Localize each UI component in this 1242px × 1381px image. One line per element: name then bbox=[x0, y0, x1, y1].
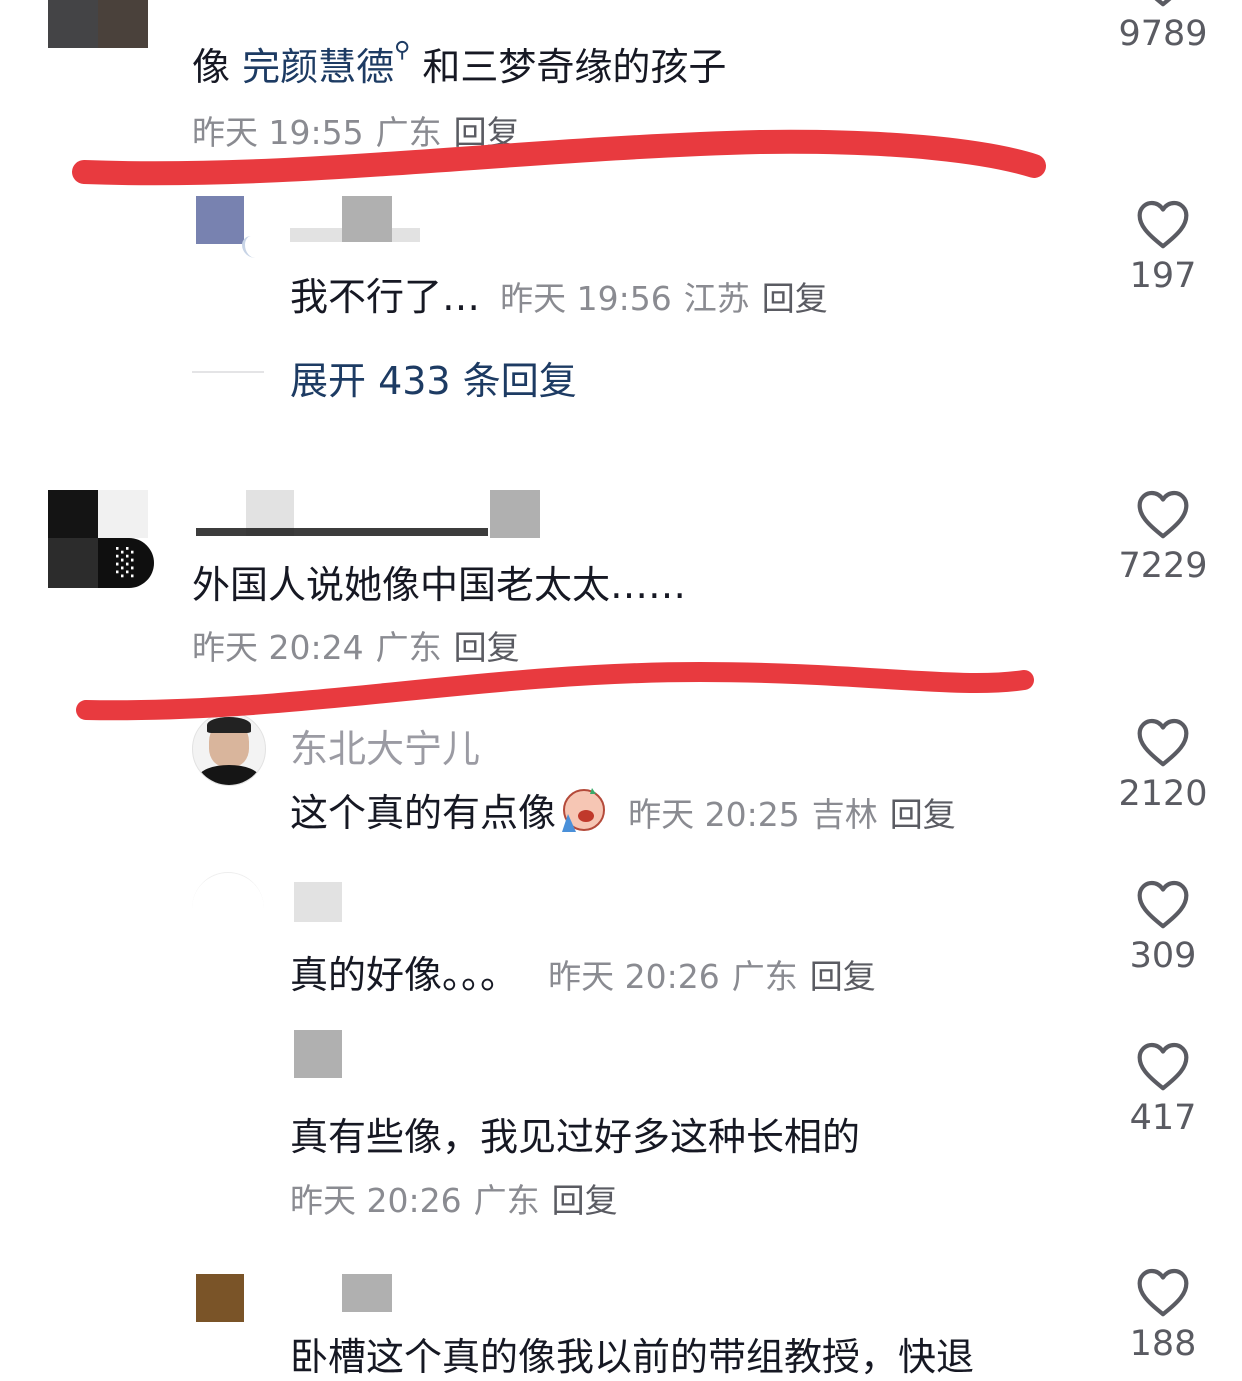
reply-button[interactable]: 回复 bbox=[454, 113, 520, 152]
red-underline-2 bbox=[76, 661, 1034, 721]
avatar[interactable] bbox=[192, 872, 264, 945]
like-button[interactable]: 309 bbox=[1108, 878, 1218, 976]
comment-meta: 昨天 19:55 广东 回复 bbox=[192, 106, 532, 154]
username[interactable]: 东北大宁儿 bbox=[290, 718, 480, 773]
heart-outline-icon bbox=[1137, 200, 1189, 249]
reply-text: 卧槽这个真的像我以前的带组教授，快退 bbox=[290, 1335, 975, 1379]
expand-replies-button[interactable]: 展开 433 条回复 bbox=[290, 350, 577, 405]
timestamp: 昨天 19:56 bbox=[500, 279, 672, 318]
expand-divider bbox=[192, 371, 264, 373]
crying-emoji-icon bbox=[556, 784, 608, 836]
like-count: 2120 bbox=[1118, 774, 1208, 814]
heart-outline-icon bbox=[1154, 0, 1172, 7]
like-button[interactable]: 2120 bbox=[1108, 716, 1218, 814]
username-redacted bbox=[490, 490, 540, 538]
timestamp: 昨天 20:26 bbox=[548, 957, 720, 996]
location: 广东 bbox=[375, 113, 442, 152]
comment-text: 外国人说她像中国老太太…… bbox=[192, 563, 687, 607]
location: 江苏 bbox=[683, 279, 750, 318]
heart-outline-icon bbox=[1137, 880, 1189, 929]
like-count: 197 bbox=[1129, 256, 1197, 296]
mention-link[interactable]: 完颜慧德 bbox=[242, 45, 394, 89]
location: 广东 bbox=[731, 957, 798, 996]
timestamp: 昨天 19:55 bbox=[192, 113, 364, 152]
comment-meta: 昨天 20:24 广东 回复 bbox=[192, 621, 532, 669]
timestamp: 昨天 20:24 bbox=[192, 628, 364, 667]
location: 广东 bbox=[375, 628, 442, 667]
reply-button[interactable]: 回复 bbox=[810, 957, 876, 996]
reply-button[interactable]: 回复 bbox=[762, 279, 828, 318]
reply-button[interactable]: 回复 bbox=[890, 795, 956, 834]
like-count: 417 bbox=[1129, 1098, 1197, 1138]
avatar[interactable] bbox=[196, 196, 264, 260]
reply-text-row: 我不行了… 昨天 19:56 江苏 回复 bbox=[290, 275, 828, 319]
reply-text-row: 这个真的有点像 昨天 20:25 吉林 回复 bbox=[290, 782, 968, 842]
comment-text: 像 完颜慧德⚲ 和三梦奇缘的孩子 bbox=[192, 38, 727, 89]
avatar[interactable] bbox=[48, 0, 148, 48]
username-redacted bbox=[196, 528, 488, 536]
search-icon: ⚲ bbox=[394, 38, 411, 63]
reply-text-row: 真的好像。。。 昨天 20:26 广东 回复 bbox=[290, 953, 876, 997]
timestamp: 昨天 20:26 bbox=[290, 1181, 462, 1220]
username-redacted bbox=[294, 882, 342, 922]
like-count: 188 bbox=[1129, 1324, 1197, 1364]
avatar[interactable] bbox=[192, 712, 266, 786]
location: 广东 bbox=[473, 1181, 540, 1220]
avatar[interactable]: ░ bbox=[48, 490, 154, 588]
heart-outline-icon bbox=[1137, 1268, 1189, 1317]
like-button[interactable]: 197 bbox=[1108, 198, 1218, 296]
like-button[interactable]: 417 bbox=[1108, 1040, 1218, 1138]
reply-text: 真有些像，我见过好多这种长相的 bbox=[290, 1115, 861, 1159]
heart-outline-icon bbox=[1137, 1042, 1189, 1091]
heart-outline-icon bbox=[1137, 490, 1189, 539]
timestamp: 昨天 20:25 bbox=[628, 795, 800, 834]
username-redacted bbox=[342, 196, 392, 242]
username-redacted bbox=[342, 1274, 392, 1312]
username-redacted bbox=[294, 1030, 342, 1078]
like-button[interactable]: 188 bbox=[1108, 1266, 1218, 1364]
location: 吉林 bbox=[811, 795, 878, 834]
like-button[interactable]: 9789 bbox=[1108, 0, 1218, 54]
avatar[interactable] bbox=[196, 1274, 244, 1322]
reply-button[interactable]: 回复 bbox=[552, 1181, 618, 1220]
like-count: 309 bbox=[1129, 936, 1197, 976]
reply-button[interactable]: 回复 bbox=[454, 628, 520, 667]
avatar[interactable] bbox=[192, 1032, 264, 1104]
like-count: 9789 bbox=[1118, 14, 1208, 54]
like-count: 7229 bbox=[1118, 546, 1208, 586]
heart-outline-icon bbox=[1137, 718, 1189, 767]
like-button[interactable]: 7229 bbox=[1108, 488, 1218, 586]
reply-meta: 昨天 20:26 广东 回复 bbox=[290, 1174, 630, 1222]
